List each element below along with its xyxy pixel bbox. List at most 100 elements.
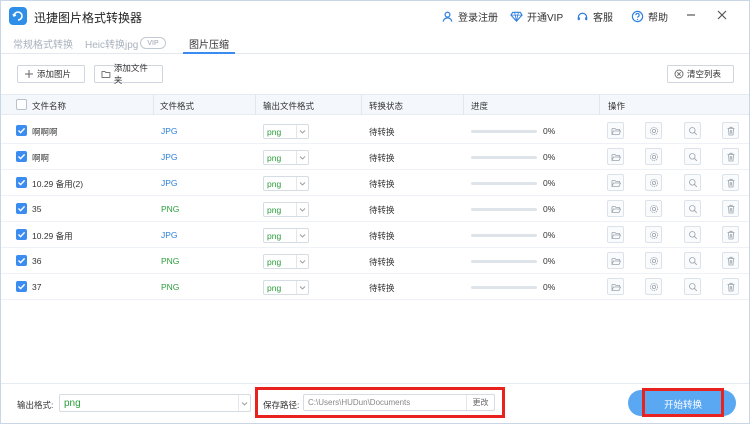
- chevron-down-icon: [296, 255, 308, 268]
- customer-service-link[interactable]: 客服: [576, 9, 613, 24]
- clear-list-button[interactable]: 清空列表: [667, 65, 734, 83]
- settings-button[interactable]: [645, 226, 662, 243]
- close-button[interactable]: [714, 7, 730, 23]
- table-row[interactable]: 10.29 备用(2) JPG png 待转换 0%: [1, 170, 749, 196]
- progress-percent: 0%: [543, 204, 556, 214]
- chevron-down-icon: [296, 125, 308, 138]
- preview-button[interactable]: [684, 148, 701, 165]
- output-format-select[interactable]: png: [263, 228, 309, 243]
- select-all-checkbox[interactable]: [16, 99, 27, 110]
- open-folder-button[interactable]: [607, 122, 624, 139]
- preview-button[interactable]: [684, 122, 701, 139]
- save-path-label: 保存路径:: [263, 400, 300, 410]
- settings-button[interactable]: [645, 200, 662, 217]
- column-divider: [463, 94, 464, 115]
- preview-button[interactable]: [684, 200, 701, 217]
- minimize-button[interactable]: [683, 7, 699, 23]
- row-checkbox[interactable]: [16, 229, 27, 240]
- plus-icon: [25, 70, 33, 78]
- row-checkbox[interactable]: [16, 203, 27, 214]
- open-vip-link[interactable]: 开通VIP: [510, 9, 563, 24]
- settings-button[interactable]: [645, 122, 662, 139]
- output-format-select[interactable]: png: [263, 280, 309, 295]
- output-format-select[interactable]: png: [263, 202, 309, 217]
- file-format: PNG: [161, 256, 180, 266]
- folder-open-icon: [611, 153, 621, 161]
- delete-button[interactable]: [722, 200, 739, 217]
- file-format: JPG: [161, 152, 178, 162]
- output-format-value: png: [267, 127, 282, 137]
- file-format: PNG: [161, 204, 180, 214]
- start-convert-label[interactable]: 开始转换: [642, 397, 724, 411]
- preview-button[interactable]: [684, 174, 701, 191]
- save-path-input[interactable]: C:\Users\HUDun\Documents 更改: [303, 394, 495, 411]
- header-output-format: 输出文件格式: [263, 101, 315, 111]
- chevron-down-icon: [296, 151, 308, 164]
- output-format-select[interactable]: png: [263, 150, 309, 165]
- row-checkbox[interactable]: [16, 151, 27, 162]
- output-format-select[interactable]: png: [263, 124, 309, 139]
- delete-button[interactable]: [722, 122, 739, 139]
- change-path-button[interactable]: 更改: [466, 395, 494, 410]
- clear-icon: [674, 69, 684, 79]
- row-checkbox[interactable]: [16, 281, 27, 292]
- add-folder-button[interactable]: 添加文件夹: [94, 63, 163, 85]
- column-divider: [599, 94, 600, 115]
- table-row[interactable]: 37 PNG png 待转换 0%: [1, 274, 749, 300]
- progress-percent: 0%: [543, 126, 556, 136]
- app-logo-icon: [9, 7, 27, 25]
- delete-button[interactable]: [722, 226, 739, 243]
- open-folder-button[interactable]: [607, 226, 624, 243]
- trash-icon: [727, 204, 734, 213]
- row-checkbox[interactable]: [16, 125, 27, 136]
- open-folder-button[interactable]: [607, 148, 624, 165]
- minimize-icon: [687, 14, 695, 16]
- table-row[interactable]: 啊啊啊 JPG png 待转换 0%: [1, 118, 749, 144]
- row-checkbox[interactable]: [16, 177, 27, 188]
- file-name: 啊啊啊: [32, 127, 58, 137]
- convert-status: 待转换: [369, 153, 395, 163]
- tab-image-compress[interactable]: 图片压缩: [189, 36, 229, 51]
- header-file-format: 文件格式: [160, 101, 195, 111]
- add-image-button[interactable]: 添加图片: [17, 65, 85, 83]
- delete-button[interactable]: [722, 174, 739, 191]
- login-register-link[interactable]: 登录注册: [441, 9, 498, 24]
- output-format-select[interactable]: png: [263, 254, 309, 269]
- progress-percent: 0%: [543, 256, 556, 266]
- open-folder-button[interactable]: [607, 252, 624, 269]
- active-tab-indicator: [183, 52, 235, 54]
- table-row[interactable]: 10.29 备用 JPG png 待转换 0%: [1, 222, 749, 248]
- open-folder-button[interactable]: [607, 278, 624, 295]
- row-checkbox[interactable]: [16, 255, 27, 266]
- output-format-value: png: [267, 153, 282, 163]
- output-format-select[interactable]: png: [263, 176, 309, 191]
- settings-button[interactable]: [645, 174, 662, 191]
- output-format-dropdown[interactable]: png: [59, 394, 251, 412]
- open-folder-button[interactable]: [607, 174, 624, 191]
- open-folder-button[interactable]: [607, 200, 624, 217]
- file-name: 啊啊: [32, 153, 50, 163]
- tab-regular-convert[interactable]: 常规格式转换: [13, 36, 73, 51]
- progress-bar: [471, 182, 537, 185]
- delete-button[interactable]: [722, 252, 739, 269]
- preview-button[interactable]: [684, 252, 701, 269]
- folder-icon: [101, 71, 111, 78]
- table-row[interactable]: 35 PNG png 待转换 0%: [1, 196, 749, 222]
- trash-icon: [727, 178, 734, 187]
- settings-button[interactable]: [645, 278, 662, 295]
- tab-heic-to-jpg[interactable]: Heic转换jpg: [85, 36, 138, 51]
- settings-button[interactable]: [645, 148, 662, 165]
- table-row[interactable]: 啊啊 JPG png 待转换 0%: [1, 144, 749, 170]
- settings-button[interactable]: [645, 252, 662, 269]
- check-icon: [18, 179, 26, 186]
- table-row[interactable]: 36 PNG png 待转换 0%: [1, 248, 749, 274]
- progress-bar: [471, 234, 537, 237]
- help-link[interactable]: 帮助: [631, 9, 668, 24]
- chevron-down-icon: [296, 229, 308, 242]
- search-icon: [688, 282, 697, 291]
- preview-button[interactable]: [684, 226, 701, 243]
- delete-button[interactable]: [722, 148, 739, 165]
- preview-button[interactable]: [684, 278, 701, 295]
- delete-button[interactable]: [722, 278, 739, 295]
- clear-list-label: 清空列表: [687, 69, 722, 79]
